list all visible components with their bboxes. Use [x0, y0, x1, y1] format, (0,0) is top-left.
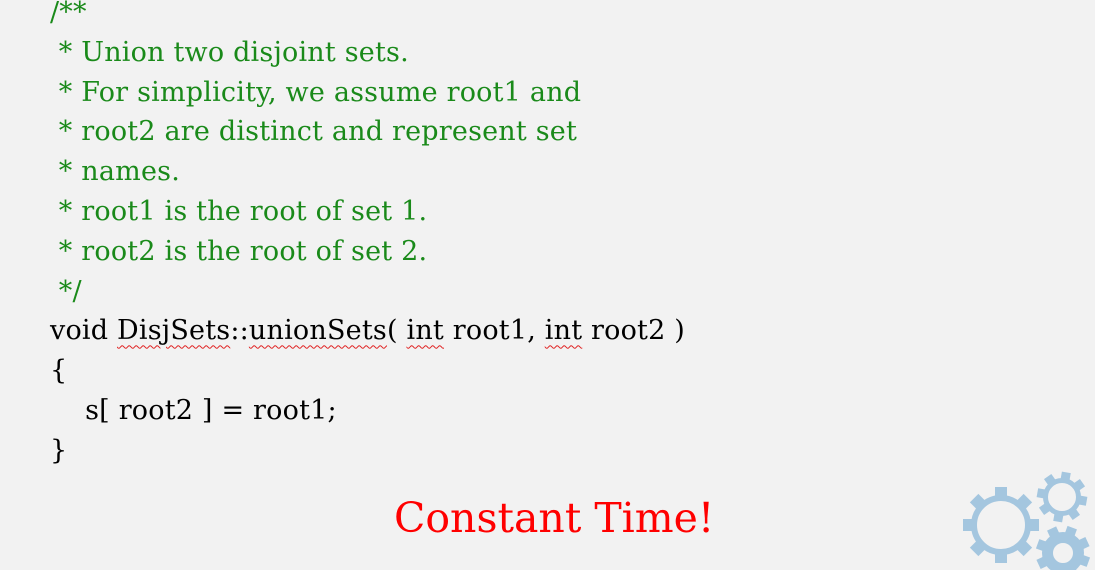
comment-line: */: [50, 275, 82, 307]
class-name: DisjSets: [117, 315, 231, 347]
comment-line: * root2 is the root of set 2.: [50, 235, 428, 267]
method-name: unionSets: [248, 315, 387, 347]
comment-line: * names.: [50, 156, 180, 188]
bottom-gear: [1035, 525, 1091, 570]
comment-line: * root1 is the root of set 1.: [50, 195, 428, 227]
param1-name: root1,: [443, 315, 545, 347]
param2-type: int: [544, 315, 583, 347]
constant-time-callout: Constant Time!: [394, 494, 715, 542]
gear-ring: [971, 495, 1031, 555]
comment-line: * Union two disjoint sets.: [50, 36, 409, 68]
comment-line: * For simplicity, we assume root1 and: [50, 76, 582, 108]
scope-separator: ::: [230, 315, 249, 347]
method-signature: void DisjSets::unionSets( int root1, int…: [50, 311, 685, 351]
gears-icon: [963, 471, 1091, 570]
param1-type: int: [406, 315, 444, 347]
return-type: void: [50, 315, 118, 347]
param2-name: root2 ): [582, 315, 685, 347]
large-gear: [963, 487, 1039, 563]
code-line: }: [50, 434, 68, 466]
gear-ring: [1043, 478, 1081, 516]
comment-line: * root2 are distinct and represent set: [50, 116, 578, 148]
code-line: s[ root2 ] = root1;: [50, 394, 337, 426]
code-line: {: [50, 355, 68, 387]
open-paren: (: [386, 315, 407, 347]
comment-line: /**: [50, 0, 87, 28]
code-block: /** * Union two disjoint sets. * For sim…: [50, 0, 685, 471]
gear-ring: [1042, 532, 1084, 570]
small-gear: [1036, 471, 1088, 523]
